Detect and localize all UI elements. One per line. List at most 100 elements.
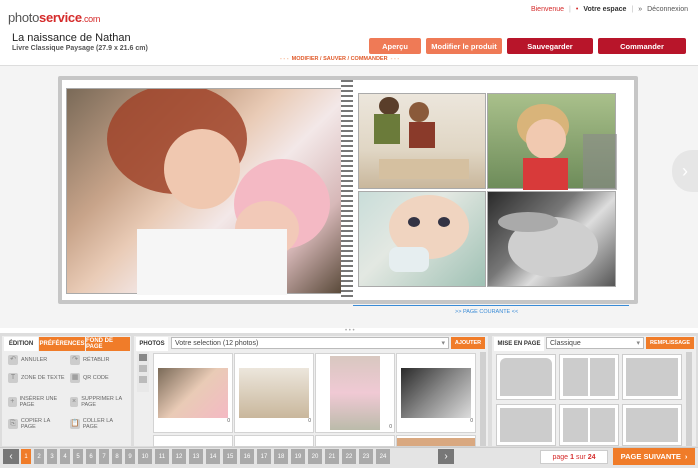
tab-preferences[interactable]: PRÉFÉRENCES — [39, 337, 85, 351]
layout-option[interactable] — [622, 404, 682, 446]
page-number-button[interactable]: 2 — [34, 449, 44, 464]
copier-page-button[interactable]: ⎘ COPIER LA PAGE — [8, 418, 66, 430]
prev-page-arrow[interactable]: ‹ — [3, 449, 19, 464]
page-number-button[interactable]: 5 — [73, 449, 83, 464]
photo-thumb[interactable]: 0 — [396, 353, 476, 433]
sauvegarder-button[interactable]: Sauvegarder — [507, 38, 593, 54]
photos-select[interactable]: Votre selection (12 photos) ▾ — [171, 337, 449, 349]
coller-page-button[interactable]: 📋 COLLER LA PAGE — [70, 418, 128, 430]
bullet-icon: • — [575, 6, 579, 13]
layout-select[interactable]: Classique ▾ — [546, 337, 644, 349]
photo-thumb[interactable] — [396, 435, 476, 447]
page-number-button[interactable]: 22 — [342, 449, 356, 464]
page-number-button[interactable]: 21 — [325, 449, 339, 464]
photo-baby-bottle[interactable] — [358, 191, 486, 287]
copy-page-icon: ⎘ — [8, 419, 18, 430]
photo-thumb[interactable] — [153, 435, 233, 447]
photo-art — [498, 212, 598, 277]
delete-page-icon: × — [70, 397, 79, 408]
page-number-button[interactable]: 9 — [125, 449, 135, 464]
page-label: page — [552, 453, 569, 461]
page-number-button[interactable]: 13 — [189, 449, 203, 464]
layout-option[interactable] — [622, 354, 682, 400]
page-suivante-button[interactable]: PAGE SUIVANTE › — [613, 448, 695, 465]
zone-texte-label: ZONE DE TEXTE — [21, 374, 65, 381]
photo-kids-blocks[interactable] — [358, 93, 486, 189]
page-number-button[interactable]: 7 — [99, 449, 109, 464]
page-view-icon[interactable] — [139, 365, 147, 372]
logo-domain: .com — [81, 14, 101, 24]
page-number-button[interactable]: 1 — [21, 449, 31, 464]
layout-scrollbar[interactable] — [686, 352, 692, 446]
page-number-button[interactable]: 18 — [274, 449, 288, 464]
page-number-button[interactable]: 8 — [112, 449, 122, 464]
link-bienvenue[interactable]: Bienvenue — [531, 6, 564, 13]
layout-preview — [500, 408, 552, 442]
zone-texte-button[interactable]: T ZONE DE TEXTE — [8, 373, 66, 383]
dash-left: - - - — [280, 56, 292, 62]
link-deconnexion[interactable]: Déconnexion — [647, 6, 688, 13]
layout-option[interactable] — [496, 404, 556, 446]
page-number-button[interactable]: 15 — [223, 449, 237, 464]
next-page-arrow[interactable]: › — [438, 449, 454, 464]
ajouter-button[interactable]: AJOUTER — [451, 337, 485, 349]
page-number-button[interactable]: 4 — [60, 449, 70, 464]
photo-girl-tongue[interactable] — [487, 93, 617, 190]
paste-page-icon: 📋 — [70, 419, 80, 430]
layout-preview — [563, 408, 615, 442]
apercu-button[interactable]: Aperçu — [369, 38, 421, 54]
page-number-button[interactable]: 14 — [206, 449, 220, 464]
qr-code-button[interactable]: ▦ QR CODE — [70, 373, 128, 383]
logo[interactable]: photoservice.com — [8, 10, 100, 25]
photo-thumb[interactable]: 0 — [234, 353, 314, 433]
page-number-button[interactable]: 17 — [257, 449, 271, 464]
photo-baby-bw[interactable] — [487, 191, 616, 287]
page-number-button[interactable]: 19 — [291, 449, 305, 464]
layout-option[interactable] — [559, 404, 619, 446]
thumb-count: 0 — [470, 418, 473, 424]
project-subtitle: Livre Classique Paysage (27.9 x 21.6 cm) — [12, 45, 148, 52]
layout-preview — [500, 358, 552, 396]
layout-option[interactable] — [496, 354, 556, 400]
photo-mother-baby[interactable] — [66, 84, 342, 295]
inserer-page-label: INSÉRER UNE PAGE — [19, 396, 58, 409]
layout-preview — [626, 408, 678, 442]
commander-button[interactable]: Commander — [598, 38, 686, 54]
page-number-button[interactable]: 16 — [240, 449, 254, 464]
photo-thumb[interactable]: 0 — [315, 353, 395, 433]
supprimer-page-button[interactable]: × SUPPRIMER LA PAGE — [70, 396, 128, 408]
photo-thumb[interactable] — [315, 435, 395, 447]
inserer-page-button[interactable]: + INSÉRER UNE PAGE — [8, 396, 66, 408]
separator: | — [569, 6, 571, 13]
page-number-button[interactable]: 12 — [172, 449, 186, 464]
retablir-button[interactable]: ↷ RÉTABLIR — [70, 355, 128, 365]
page-number-button[interactable]: 23 — [359, 449, 373, 464]
page-number-button[interactable]: 3 — [47, 449, 57, 464]
photos-select-value: Votre selection (12 photos) — [175, 339, 259, 347]
sur-label: sur — [575, 453, 586, 461]
photos-scrollbar[interactable] — [480, 352, 486, 446]
page-number-button[interactable]: 24 — [376, 449, 390, 464]
tab-edition[interactable]: ÉDITION — [4, 337, 38, 351]
layout-option[interactable] — [559, 354, 619, 400]
chevron-down-icon: ▾ — [636, 340, 640, 347]
redo-icon: ↷ — [70, 355, 80, 365]
logo-bold: service — [39, 10, 82, 25]
qr-code-label: QR CODE — [83, 374, 109, 381]
retablir-label: RÉTABLIR — [83, 356, 110, 363]
thumb-image — [401, 368, 471, 418]
annuler-button[interactable]: ↶ ANNULER — [8, 355, 66, 365]
link-votre-espace[interactable]: Votre espace — [583, 6, 626, 13]
photo-thumb[interactable]: 0 — [153, 353, 233, 433]
photo-thumb[interactable] — [234, 435, 314, 447]
list-view-icon[interactable] — [139, 376, 147, 383]
tab-fond-de-page[interactable]: FOND DE PAGE — [86, 337, 130, 351]
page-number-button[interactable]: 20 — [308, 449, 322, 464]
modifier-produit-button[interactable]: Modifier le produit — [426, 38, 502, 54]
page-number-button[interactable]: 10 — [138, 449, 152, 464]
page-number-button[interactable]: 11 — [155, 449, 169, 464]
remplissage-button[interactable]: REMPLISSAGE — [646, 337, 694, 349]
thumb-count: 0 — [227, 418, 230, 424]
grid-view-icon[interactable] — [139, 354, 147, 361]
page-number-button[interactable]: 6 — [86, 449, 96, 464]
